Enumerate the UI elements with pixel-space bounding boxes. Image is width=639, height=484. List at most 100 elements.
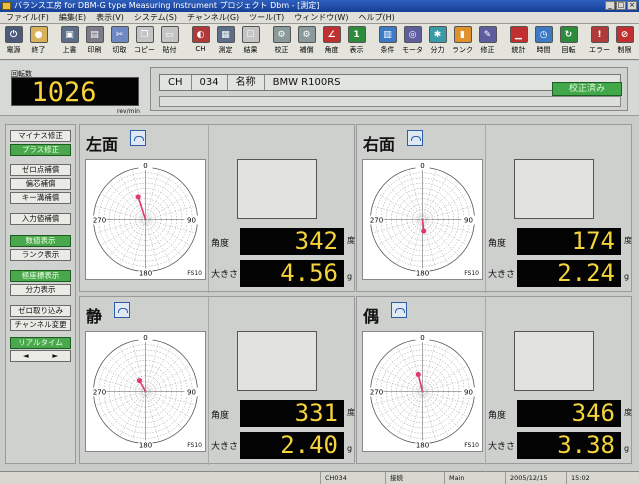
polar-plot-svg: 0 90 180 270 [92,161,199,278]
polar-tick-label: 180 [139,270,152,278]
tool-power-button[interactable]: ⏻ 電源 [2,24,25,55]
polar-spoke [422,169,437,220]
sidebar-button-12[interactable]: リアルタイム [10,337,71,349]
angle-unit: 度 [347,236,355,245]
tool-motor-button[interactable]: ◎ モータ [401,24,424,55]
sidebar-button-3[interactable]: 偏芯補償 [10,178,71,190]
scroll-left-arrow[interactable]: ◄ [23,351,29,361]
menu-view[interactable]: 表示(V) [96,12,124,23]
tool-rotation-button[interactable]: ↻ 回転 [557,24,580,55]
menu-help[interactable]: ヘルプ(H) [358,12,394,23]
full-scale-label: FS10 [187,270,202,277]
tool-angle-button[interactable]: ∠ 角度 [320,24,343,55]
sidebar-button-9[interactable]: 分力表示 [10,284,71,296]
panel-divider [485,297,486,465]
balance-icon[interactable] [130,130,146,146]
tool-condition-button[interactable]: ▥ 条件 [376,24,399,55]
sidebar-button-1[interactable]: プラス修正 [10,144,71,156]
balance-icon[interactable] [391,302,407,318]
polar-tick-label: 180 [416,442,429,450]
sidebar-button-10[interactable]: ゼロ取り込み [10,305,71,317]
menu-system[interactable]: システム(S) [134,12,177,23]
motor-icon: ◎ [403,26,422,43]
tool-error-button[interactable]: ! エラー [588,24,611,55]
polar-spoke [408,391,423,442]
save-icon: ▣ [60,26,79,43]
tool-copy-button[interactable]: ❐ コピー [133,24,156,55]
tool-correction-button[interactable]: ✎ 修正 [476,24,499,55]
menu-tools[interactable]: ツール(T) [249,12,284,23]
polar-tick-label: 270 [93,389,106,397]
scroll-right-arrow[interactable]: ► [52,351,58,361]
balance-icon[interactable] [114,302,130,318]
tool-measure-button[interactable]: ▦ 測定 [214,24,237,55]
tool-channel-button[interactable]: ◐ CH [189,24,212,53]
menu-file[interactable]: ファイル(F) [6,12,49,23]
condition-icon: ▥ [378,26,397,43]
panel-title: 右面 [363,135,396,154]
magnitude-unit: g [347,444,353,453]
polar-spoke [408,219,423,270]
tool-calibrate-button[interactable]: ⚙ 校正 [270,24,293,55]
maximize-button[interactable]: □ [616,1,626,10]
result-icon: ☐ [241,26,260,43]
sidebar-button-4[interactable]: キー溝補償 [10,192,71,204]
angle-value: 174 [517,228,621,255]
full-scale-label: FS10 [464,442,479,449]
status-time: 15:02 [566,472,590,484]
polar-tick-label: 90 [464,389,473,397]
tool-display-button[interactable]: 1 表示 [345,24,368,55]
polar-tick-label: 0 [420,334,424,342]
tool-cut-button[interactable]: ✂ 切取 [108,24,131,55]
sidebar-button-6[interactable]: 数値表示 [10,235,71,247]
tool-limit-button[interactable]: ⊘ 制限 [613,24,636,55]
minimize-button[interactable]: _ [605,1,615,10]
tool-print-button[interactable]: ▤ 印刷 [83,24,106,55]
sidebar-button-8[interactable]: 極座標表示 [10,270,71,282]
magnitude-value: 2.24 [517,260,621,287]
tool-paste-button[interactable]: ▭ 貼付 [158,24,181,55]
ch-value: 034 [192,75,228,90]
rotation-icon: ↻ [559,26,578,43]
tool-time-button[interactable]: ◷ 時間 [532,24,555,55]
status-bar: CH034 接続 Main 2005/12/15 15:02 [0,471,639,484]
polar-spoke [145,391,191,418]
polar-tick-label: 0 [143,162,147,170]
calibrate-icon: ⚙ [272,26,291,43]
close-button[interactable]: × [627,1,637,10]
tool-rank-button[interactable]: ▮ ランク [451,24,474,55]
angle-value: 346 [517,400,621,427]
polar-chart: 0 90 180 270 FS10 [362,159,483,280]
sidebar-button-0[interactable]: マイナス修正 [10,130,71,142]
menu-bar: ファイル(F) 編集(E) 表示(V) システム(S) チャンネル(G) ツール… [0,12,639,24]
balance-icon[interactable] [407,130,423,146]
tool-save-button[interactable]: ▣ 上書 [58,24,81,55]
menu-window[interactable]: ウィンドウ(W) [294,12,348,23]
polar-tick-label: 90 [187,389,196,397]
menu-edit[interactable]: 編集(E) [59,12,86,23]
tool-compensate-button[interactable]: ⚙ 補償 [295,24,318,55]
tool-result-button[interactable]: ☐ 結果 [239,24,262,55]
magnitude-unit: g [624,444,630,453]
angle-value: 331 [240,400,344,427]
name-label: 名称 [228,75,265,90]
polar-spoke [108,354,146,392]
polar-plot-svg: 0 90 180 270 [92,333,199,450]
polar-spoke [377,391,423,418]
polar-tick-label: 270 [370,217,383,225]
menu-channel[interactable]: チャンネル(G) [187,12,239,23]
unbalance-point [421,228,427,234]
sidebar-button-2[interactable]: ゼロ点補償 [10,164,71,176]
tool-exit-button[interactable]: ● 終了 [27,24,50,55]
sidebar-button-11[interactable]: チャンネル変更 [10,319,71,331]
rpm-value: 1026 [31,77,97,108]
channel-icon: ◐ [191,26,210,43]
sidebar-button-7[interactable]: ランク表示 [10,249,71,261]
status-connection: 接続 [385,472,403,484]
sidebar: マイナス修正 プラス修正ゼロ点補償偏芯補償キー溝補償入力値補償数値表示ランク表示極… [5,124,76,464]
sidebar-button-5[interactable]: 入力値補償 [10,213,71,225]
tool-component-button[interactable]: ✱ 分力 [426,24,449,55]
polar-spoke [145,341,160,392]
angle-label: 角度 [211,239,230,249]
tool-statistics-button[interactable]: ▁ 統計 [507,24,530,55]
